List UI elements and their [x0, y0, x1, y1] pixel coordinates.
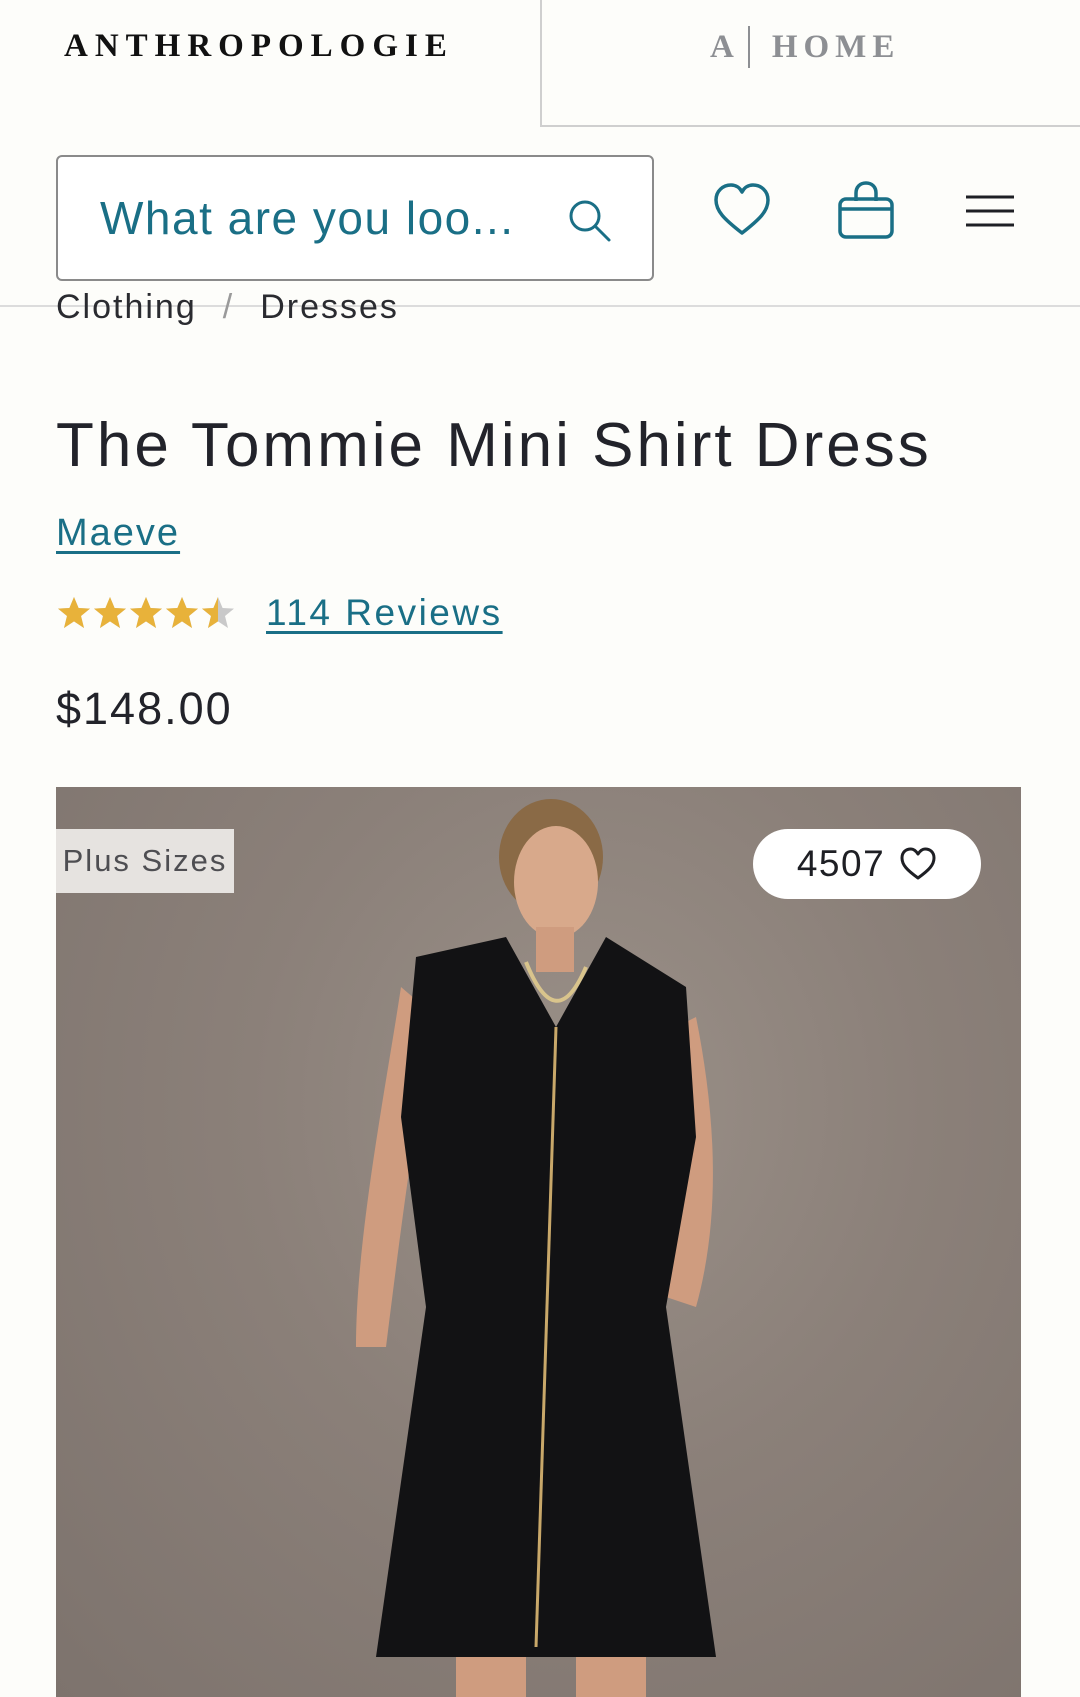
- product-brand-link[interactable]: Maeve: [56, 512, 180, 555]
- star-icon: [94, 597, 126, 628]
- search-input[interactable]: What are you loo...: [56, 155, 654, 281]
- home-divider: [747, 26, 750, 68]
- search-icon[interactable]: [566, 197, 612, 243]
- breadcrumb-separator: /: [222, 291, 235, 326]
- heart-icon[interactable]: [710, 179, 774, 243]
- search-placeholder: What are you loo...: [100, 192, 515, 244]
- reviews-link[interactable]: 114 Reviews: [266, 592, 503, 634]
- model-photo: [356, 799, 716, 1697]
- home-tab[interactable]: A HOME: [540, 0, 1080, 127]
- brand-left: ANTHROPOLOGIE: [0, 0, 540, 127]
- site-header: What are you loo...: [0, 127, 1080, 307]
- hamburger-menu-icon[interactable]: [958, 179, 1022, 243]
- product-title: The Tommie Mini Shirt Dress: [56, 411, 932, 480]
- brand-bar: ANTHROPOLOGIE A HOME: [0, 0, 1080, 127]
- home-label: HOME: [771, 28, 901, 65]
- breadcrumb: Clothing / Dresses: [56, 291, 399, 331]
- home-link[interactable]: A HOME: [710, 26, 900, 68]
- rating-row: 114 Reviews: [56, 592, 503, 634]
- shopping-bag-icon[interactable]: [834, 179, 898, 243]
- home-prefix: A: [710, 28, 740, 65]
- plus-sizes-badge: Plus Sizes: [56, 829, 234, 893]
- star-icon: [130, 597, 162, 628]
- product-price: $148.00: [56, 683, 233, 734]
- product-image[interactable]: Plus Sizes 4507: [56, 787, 1021, 1697]
- breadcrumb-dresses[interactable]: Dresses: [260, 291, 399, 331]
- heart-icon: [900, 847, 936, 880]
- star-icon: [202, 597, 234, 628]
- favorites-count: 4507: [796, 843, 886, 884]
- breadcrumb-clothing[interactable]: Clothing: [56, 291, 197, 331]
- anthropologie-logo[interactable]: ANTHROPOLOGIE: [64, 28, 454, 65]
- favorite-button[interactable]: 4507: [753, 829, 981, 899]
- star-icon: [166, 597, 198, 628]
- star-icon: [58, 597, 90, 628]
- star-rating[interactable]: [56, 595, 236, 631]
